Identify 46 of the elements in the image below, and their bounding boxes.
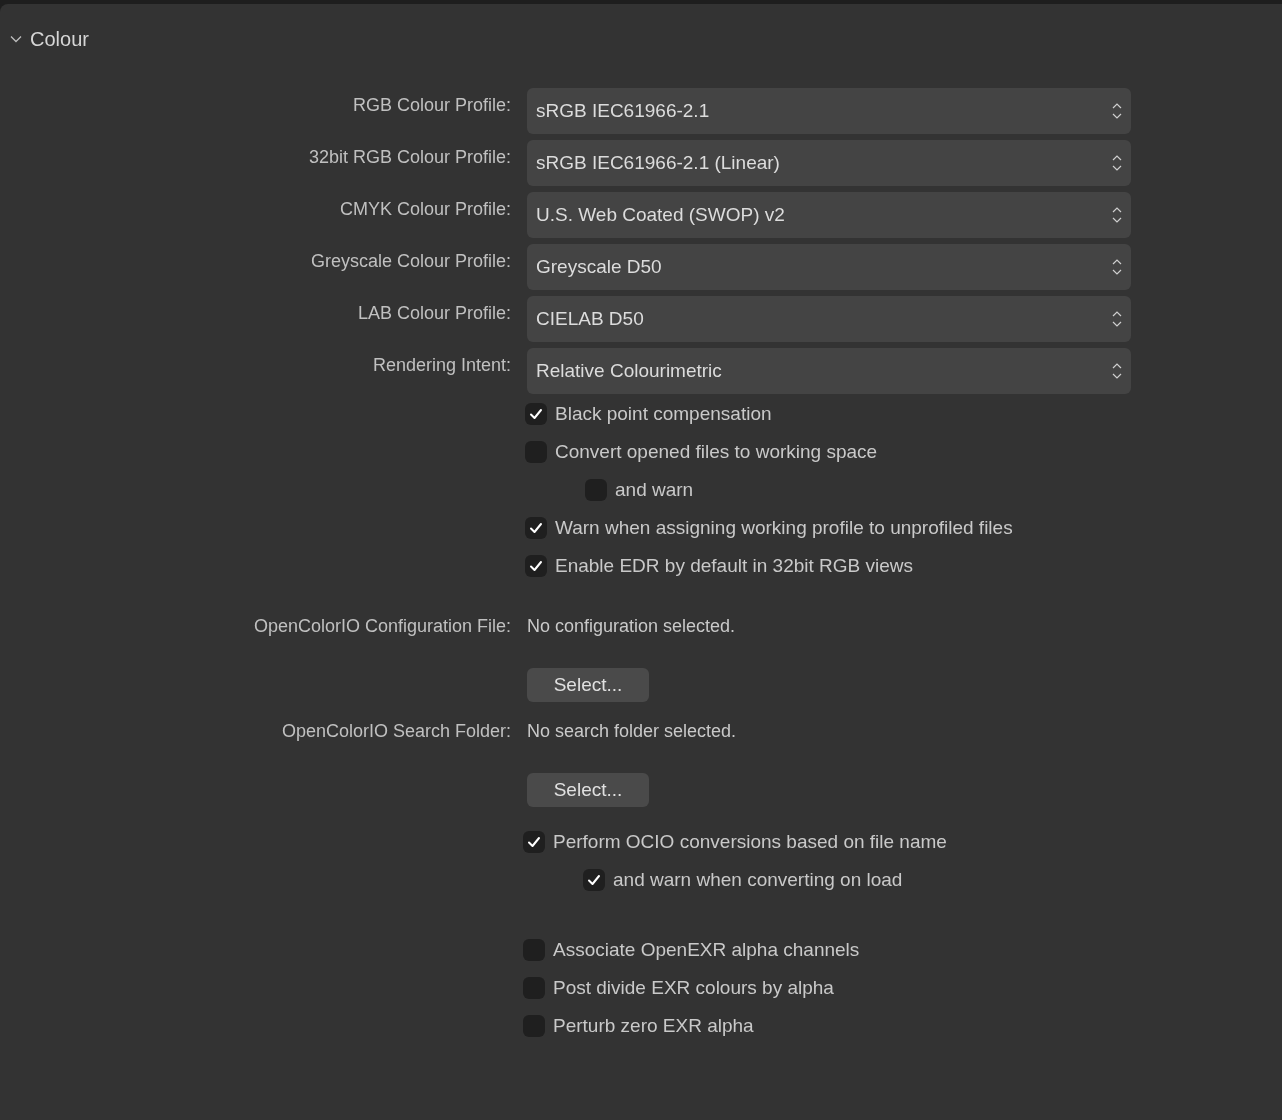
checkmark-icon bbox=[527, 836, 541, 848]
checkbox-label: and warn when converting on load bbox=[613, 867, 903, 892]
checkbox[interactable] bbox=[525, 555, 547, 577]
field-label: OpenColorIO Configuration File: bbox=[252, 615, 511, 638]
checkbox-label: Convert opened files to working space bbox=[555, 439, 878, 464]
checkbox-label: Post divide EXR colours by alpha bbox=[553, 975, 834, 1000]
updown-arrows-icon bbox=[1112, 154, 1122, 172]
updown-arrows-icon bbox=[1112, 310, 1122, 328]
select-button[interactable]: Select... bbox=[527, 668, 649, 702]
checkbox[interactable] bbox=[525, 403, 547, 425]
field-label: LAB Colour Profile: bbox=[356, 302, 511, 325]
checkbox[interactable] bbox=[523, 831, 545, 853]
profile-dropdown[interactable]: U.S. Web Coated (SWOP) v2 bbox=[527, 192, 1131, 238]
checkmark-icon bbox=[529, 408, 543, 420]
checkbox-label: Perturb zero EXR alpha bbox=[553, 1013, 754, 1038]
profile-dropdown[interactable]: CIELAB D50 bbox=[527, 296, 1131, 342]
updown-arrows-icon bbox=[1112, 362, 1122, 380]
checkbox-label: Black point compensation bbox=[555, 401, 772, 426]
select-button[interactable]: Select... bbox=[527, 773, 649, 807]
checkbox[interactable] bbox=[525, 517, 547, 539]
profile-dropdown[interactable]: sRGB IEC61966-2.1 (Linear) bbox=[527, 140, 1131, 186]
updown-arrows-icon bbox=[1112, 102, 1122, 120]
checkbox-label: Enable EDR by default in 32bit RGB views bbox=[555, 553, 913, 578]
checkbox-label: Perform OCIO conversions based on file name bbox=[553, 829, 947, 854]
field-label: Rendering Intent: bbox=[371, 354, 511, 377]
updown-arrows-icon bbox=[1112, 206, 1122, 224]
field-label: 32bit RGB Colour Profile: bbox=[307, 146, 511, 169]
chevron-icon[interactable] bbox=[10, 33, 22, 45]
field-value: No configuration selected. bbox=[527, 615, 736, 638]
field-label: OpenColorIO Search Folder: bbox=[280, 720, 511, 743]
checkmark-icon bbox=[587, 874, 601, 886]
checkbox-label: Associate OpenEXR alpha channels bbox=[553, 937, 860, 962]
field-label: Greyscale Colour Profile: bbox=[309, 250, 511, 273]
profile-dropdown[interactable]: Relative Colourimetric bbox=[527, 348, 1131, 394]
checkmark-icon bbox=[529, 522, 543, 534]
profile-dropdown[interactable]: sRGB IEC61966-2.1 bbox=[527, 88, 1131, 134]
section-title[interactable]: Colour bbox=[30, 24, 89, 54]
field-label: RGB Colour Profile: bbox=[351, 94, 511, 117]
checkmark-icon bbox=[529, 560, 543, 572]
updown-arrows-icon bbox=[1112, 258, 1122, 276]
field-value: No search folder selected. bbox=[527, 720, 737, 743]
checkbox-label: and warn bbox=[615, 477, 694, 502]
checkbox-label: Warn when assigning working profile to unprofiled files bbox=[555, 515, 1013, 540]
field-label: CMYK Colour Profile: bbox=[338, 198, 511, 221]
checkbox[interactable] bbox=[583, 869, 605, 891]
profile-dropdown[interactable]: Greyscale D50 bbox=[527, 244, 1131, 290]
